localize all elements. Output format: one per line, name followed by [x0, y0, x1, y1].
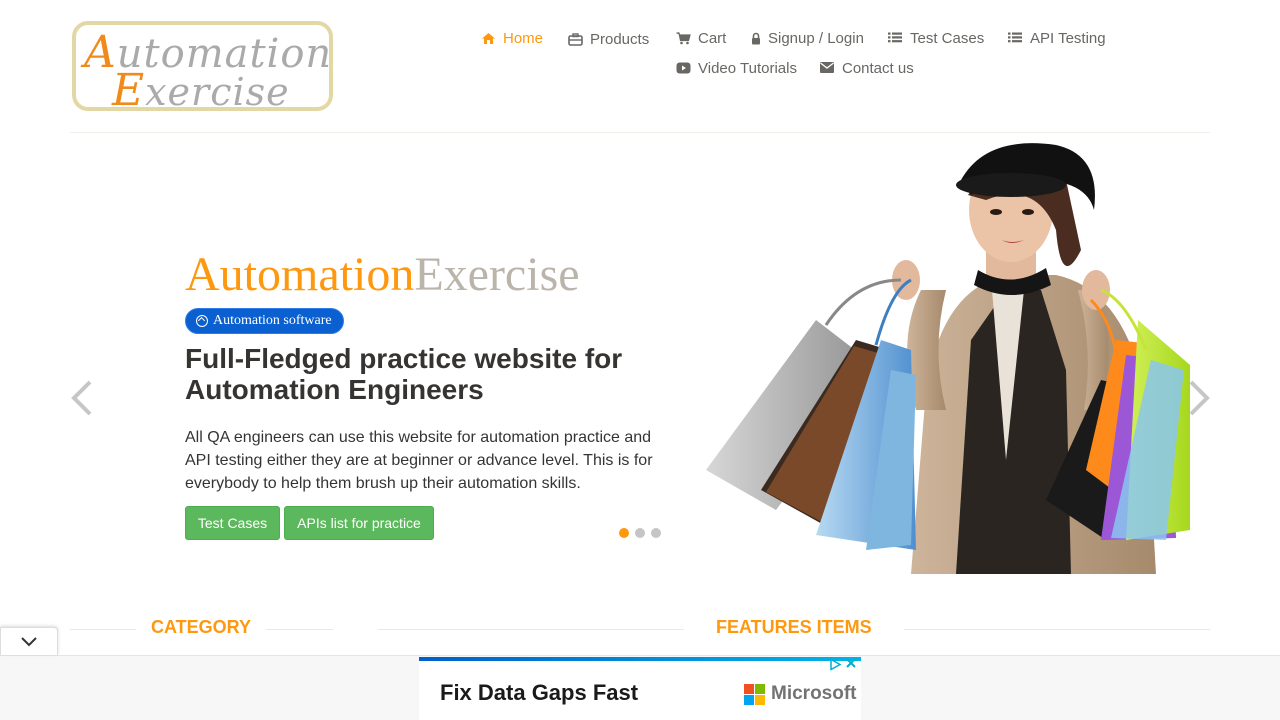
- nav-cart[interactable]: Cart: [675, 30, 726, 47]
- list-icon: [887, 32, 903, 46]
- cart-icon: [675, 31, 691, 46]
- ad-choices-icon[interactable]: [829, 658, 842, 671]
- slider-description: All QA engineers can use this website fo…: [185, 429, 653, 492]
- slider-headline: Full-Fledged practice website for Automa…: [185, 343, 623, 405]
- advertisement-banner[interactable]: Fix Data Gaps Fast Microsoft: [419, 657, 861, 720]
- microsoft-logo: Microsoft: [744, 683, 857, 705]
- microsoft-squares-icon: [744, 683, 765, 705]
- envelope-icon: [819, 61, 835, 76]
- lock-icon: [751, 32, 761, 46]
- slider-brand-title: AutomationExercise: [185, 248, 580, 301]
- logo-line-2: Exercise: [112, 65, 290, 116]
- page: Automation Exercise Home Products Cart S…: [0, 0, 1280, 720]
- automation-software-badge[interactable]: Automation software: [185, 308, 344, 334]
- hero-shopping-girl-image: [706, 143, 1190, 574]
- site-logo[interactable]: Automation Exercise: [72, 21, 333, 116]
- circle-arrow-up-icon: [196, 315, 208, 327]
- nav-video-tutorials[interactable]: Video Tutorials: [675, 60, 797, 77]
- nav-contact-us[interactable]: Contact us: [819, 60, 914, 77]
- chevron-left-icon: [71, 380, 92, 416]
- features-title-line-left: [378, 629, 684, 630]
- category-heading: CATEGORY: [136, 617, 267, 638]
- ad-accent-line: [419, 657, 861, 661]
- briefcase-icon: [567, 32, 583, 47]
- slider-indicator[interactable]: [635, 528, 645, 538]
- ad-headline: Fix Data Gaps Fast: [440, 680, 639, 705]
- features-title-line-right: [904, 629, 1210, 630]
- header-divider: [70, 132, 1210, 133]
- chevron-right-icon: [1189, 380, 1210, 416]
- nav-products[interactable]: Products: [567, 31, 649, 48]
- nav-api-testing[interactable]: API Testing: [1007, 30, 1106, 47]
- slider-indicator[interactable]: [651, 528, 661, 538]
- list-icon: [1007, 32, 1023, 46]
- slider-next-button[interactable]: [1187, 380, 1211, 416]
- test-cases-button[interactable]: Test Cases: [185, 506, 280, 540]
- home-icon: [480, 32, 496, 46]
- slider-prev-button[interactable]: [70, 380, 94, 416]
- slider-indicators: [619, 528, 661, 538]
- features-items-heading: FEATURES ITEMS: [701, 617, 887, 638]
- nav-test-cases[interactable]: Test Cases: [887, 30, 984, 47]
- nav-signup-login[interactable]: Signup / Login: [751, 30, 864, 47]
- apis-list-button[interactable]: APIs list for practice: [284, 506, 434, 540]
- ad-close-icon[interactable]: [845, 657, 859, 671]
- nav-home[interactable]: Home: [480, 30, 543, 47]
- chevron-down-icon: [21, 637, 37, 647]
- slider-indicator[interactable]: [619, 528, 629, 538]
- ad-collapse-button[interactable]: [0, 627, 58, 655]
- youtube-play-icon: [675, 62, 691, 76]
